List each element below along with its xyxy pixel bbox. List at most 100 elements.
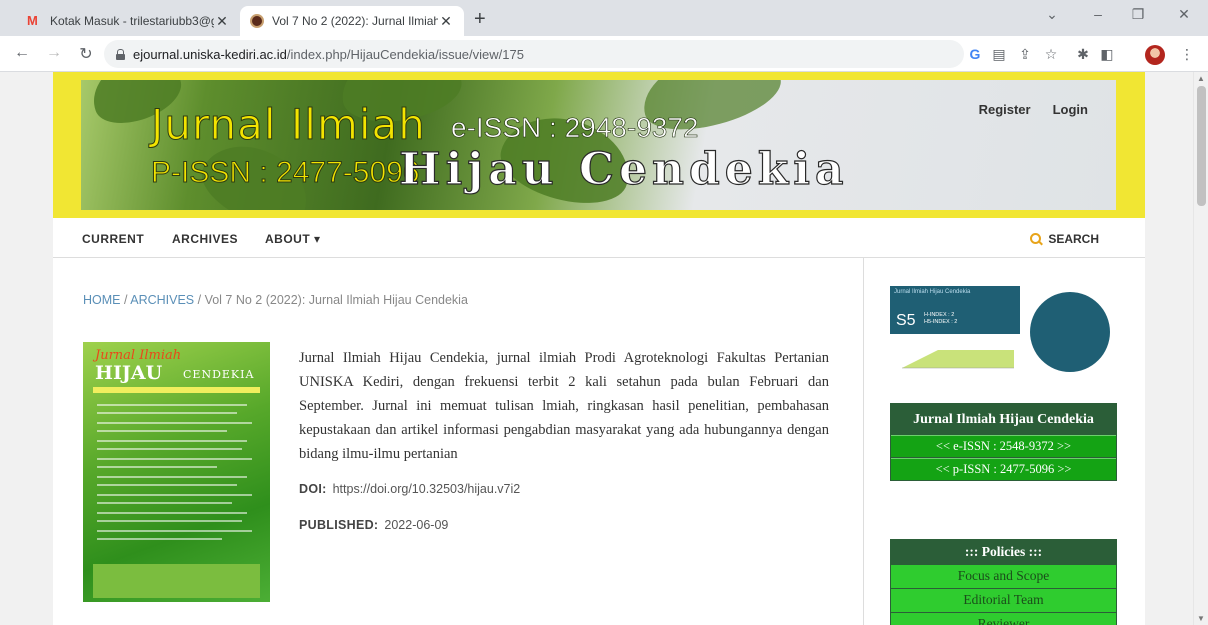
hindex-header: Jurnal Ilmiah Hijau Cendekia S5 H-INDEX … <box>890 286 1020 334</box>
browser-tabstrip: Kotak Masuk - trilestariubb3@gm ✕ Vol 7 … <box>0 0 1208 36</box>
close-icon[interactable]: ✕ <box>214 13 230 30</box>
browser-toolbar: ← → ↻ ejournal.uniska-kediri.ac.id/index… <box>0 36 1208 72</box>
doi-link[interactable]: https://doi.org/10.32503/hijau.v7i2 <box>333 482 521 496</box>
issue-published: PUBLISHED: 2022-06-09 <box>299 518 448 532</box>
translate-icon[interactable]: ▤ <box>990 46 1008 63</box>
published-date: 2022-06-09 <box>384 518 449 532</box>
primary-nav: CURRENT ARCHIVES ABOUT ▾ SEARCH <box>53 218 1145 258</box>
scrollbar-thumb[interactable] <box>1197 86 1206 206</box>
cover-text-line <box>97 422 252 424</box>
issue-cover-image[interactable]: Jurnal Ilmiah HIJAU CENDEKIA <box>83 342 270 602</box>
pissn-link[interactable]: << p-ISSN : 2477-5096 >> <box>891 458 1116 480</box>
cover-text-line <box>97 502 232 504</box>
cover-footer-box <box>93 564 260 598</box>
bookmark-star-icon[interactable]: ☆ <box>1042 46 1060 63</box>
reload-icon[interactable]: ↻ <box>76 44 96 64</box>
cover-text-line <box>97 520 242 522</box>
policy-editorial-team[interactable]: Editorial Team <box>891 589 1116 612</box>
url-host: ejournal.uniska-kediri.ac.id <box>133 46 287 62</box>
sinta-rank: S5 <box>896 312 916 329</box>
column-divider <box>863 258 864 625</box>
lock-icon[interactable] <box>116 48 125 60</box>
search-label: SEARCH <box>1048 232 1099 246</box>
h-index: H-INDEX : 2 <box>924 312 955 318</box>
cover-text-line <box>97 530 252 532</box>
side-panel-icon[interactable]: ◧ <box>1098 46 1116 63</box>
cover-text-line <box>97 512 247 514</box>
cover-bar <box>93 387 260 393</box>
new-tab-button[interactable]: + <box>474 8 486 31</box>
cover-text-line <box>97 440 247 442</box>
cover-text-line <box>97 476 247 478</box>
close-icon[interactable]: ✕ <box>438 13 454 30</box>
cover-text-line <box>97 484 237 486</box>
tab-journal[interactable]: Vol 7 No 2 (2022): Jurnal Ilmiah H ✕ <box>240 6 464 36</box>
nav-archives[interactable]: ARCHIVES <box>172 232 238 246</box>
cover-text-line <box>97 412 237 414</box>
cover-text-line <box>97 430 227 432</box>
back-icon[interactable]: ← <box>12 44 32 62</box>
menu-kebab-icon[interactable]: ⋮ <box>1178 46 1196 63</box>
banner-eissn: e-ISSN : 2948-9372 <box>451 112 699 144</box>
breadcrumb-archives[interactable]: ARCHIVES <box>130 293 194 307</box>
page-viewport: Jurnal Ilmiah e-ISSN : 2948-9372 P-ISSN … <box>0 72 1208 625</box>
eissn-link[interactable]: << e-ISSN : 2548-9372 >> <box>891 435 1116 457</box>
banner-image[interactable]: Jurnal Ilmiah e-ISSN : 2948-9372 P-ISSN … <box>81 80 1116 210</box>
hindex-widget[interactable]: Jurnal Ilmiah Hijau Cendekia S5 H-INDEX … <box>890 286 1115 384</box>
address-bar[interactable]: ejournal.uniska-kediri.ac.id/index.php/H… <box>104 40 964 68</box>
cover-text-line <box>97 404 247 406</box>
login-link[interactable]: Login <box>1053 102 1088 117</box>
search-icon <box>1030 233 1042 245</box>
cover-text-line <box>97 538 222 540</box>
issue-description: Jurnal Ilmiah Hijau Cendekia, jurnal ilm… <box>299 350 829 462</box>
minimize-icon[interactable]: – <box>1086 6 1110 22</box>
profile-avatar[interactable] <box>1145 45 1165 65</box>
h5-index: H5-INDEX : 2 <box>924 319 958 325</box>
published-label: PUBLISHED: <box>299 518 379 532</box>
cover-text-line <box>97 448 242 450</box>
tab-search-icon[interactable]: ⌄ <box>1040 6 1064 23</box>
url-path: /index.php/HijauCendekia/issue/view/175 <box>286 46 524 62</box>
cover-text-line <box>97 494 252 496</box>
search-link[interactable]: SEARCH <box>1030 232 1099 246</box>
journal-info-block: Jurnal Ilmiah Hijau Cendekia << e-ISSN :… <box>890 403 1117 481</box>
hindex-values: H-INDEX : 2 H5-INDEX : 2 <box>924 312 957 326</box>
nav-current[interactable]: CURRENT <box>82 232 144 246</box>
policy-focus-scope[interactable]: Focus and Scope <box>891 565 1116 588</box>
policy-reviewer[interactable]: Reviewer <box>891 613 1116 625</box>
google-icon[interactable]: G <box>966 46 984 62</box>
extensions-icon[interactable]: ✱ <box>1074 46 1092 63</box>
header-banner: Jurnal Ilmiah e-ISSN : 2948-9372 P-ISSN … <box>53 72 1145 218</box>
register-link[interactable]: Register <box>979 102 1031 117</box>
share-icon[interactable]: ⇪ <box>1016 46 1034 63</box>
tab-title: Vol 7 No 2 (2022): Jurnal Ilmiah H <box>272 14 438 28</box>
hindex-title: Jurnal Ilmiah Hijau Cendekia <box>894 289 971 295</box>
breadcrumb: HOME / ARCHIVES / Vol 7 No 2 (2022): Jur… <box>83 293 468 307</box>
cover-text-line <box>97 458 252 460</box>
cover-title-main: HIJAU <box>95 362 163 384</box>
journal-block-title: Jurnal Ilmiah Hijau Cendekia <box>913 412 1094 427</box>
doi-label: DOI: <box>299 482 327 496</box>
tab-gmail[interactable]: Kotak Masuk - trilestariubb3@gm ✕ <box>16 6 240 36</box>
policies-title: ::: Policies ::: <box>964 544 1043 559</box>
nav-about[interactable]: ABOUT ▾ <box>265 232 321 246</box>
page-scrollbar[interactable]: ▲ ▼ <box>1193 72 1208 625</box>
breadcrumb-separator: / <box>194 293 205 307</box>
gmail-icon <box>26 13 42 28</box>
hindex-logo-circle <box>1030 292 1110 372</box>
cover-title-sub: CENDEKIA <box>183 368 255 381</box>
journal-site: Jurnal Ilmiah e-ISSN : 2948-9372 P-ISSN … <box>53 72 1145 625</box>
cover-text-line <box>97 466 217 468</box>
breadcrumb-home[interactable]: HOME <box>83 293 121 307</box>
policies-block: ::: Policies ::: Focus and Scope Editori… <box>890 539 1117 625</box>
scroll-down-icon[interactable]: ▼ <box>1197 614 1205 623</box>
forward-icon[interactable]: → <box>44 44 64 62</box>
breadcrumb-current: Vol 7 No 2 (2022): Jurnal Ilmiah Hijau C… <box>204 293 468 307</box>
scroll-up-icon[interactable]: ▲ <box>1197 74 1205 83</box>
hindex-chart <box>902 350 1014 369</box>
cover-title-italic: Jurnal Ilmiah <box>95 348 182 363</box>
close-window-icon[interactable]: ✕ <box>1172 6 1196 23</box>
banner-title-line1: Jurnal Ilmiah <box>151 100 426 150</box>
restore-icon[interactable]: ❐ <box>1126 6 1150 23</box>
banner-pissn: P-ISSN : 2477-5096 <box>151 156 420 190</box>
